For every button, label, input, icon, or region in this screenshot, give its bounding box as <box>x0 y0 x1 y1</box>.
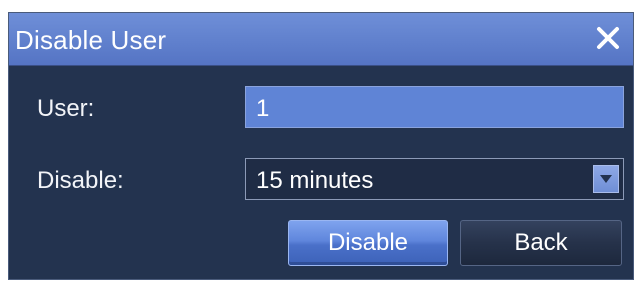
disable-duration-select[interactable]: 15 minutes <box>245 158 624 200</box>
close-icon <box>597 27 619 49</box>
disable-button[interactable]: Disable <box>288 220 448 266</box>
user-input-value: 1 <box>256 95 270 122</box>
disable-user-dialog: Disable User User: 1 Disable: 15 minutes… <box>8 12 634 280</box>
dialog-titlebar: Disable User <box>9 13 633 66</box>
disable-duration-value: 15 minutes <box>256 167 374 194</box>
dialog-title: Disable User <box>15 25 167 55</box>
disable-button-label: Disable <box>327 229 409 256</box>
user-label: User: <box>37 95 95 122</box>
back-button[interactable]: Back <box>460 220 622 266</box>
disable-label: Disable: <box>37 167 124 194</box>
back-button-label: Back <box>514 229 568 256</box>
dropdown-button[interactable] <box>593 165 619 193</box>
close-button[interactable] <box>591 21 625 55</box>
user-input[interactable]: 1 <box>245 86 624 128</box>
chevron-down-icon <box>600 175 612 183</box>
